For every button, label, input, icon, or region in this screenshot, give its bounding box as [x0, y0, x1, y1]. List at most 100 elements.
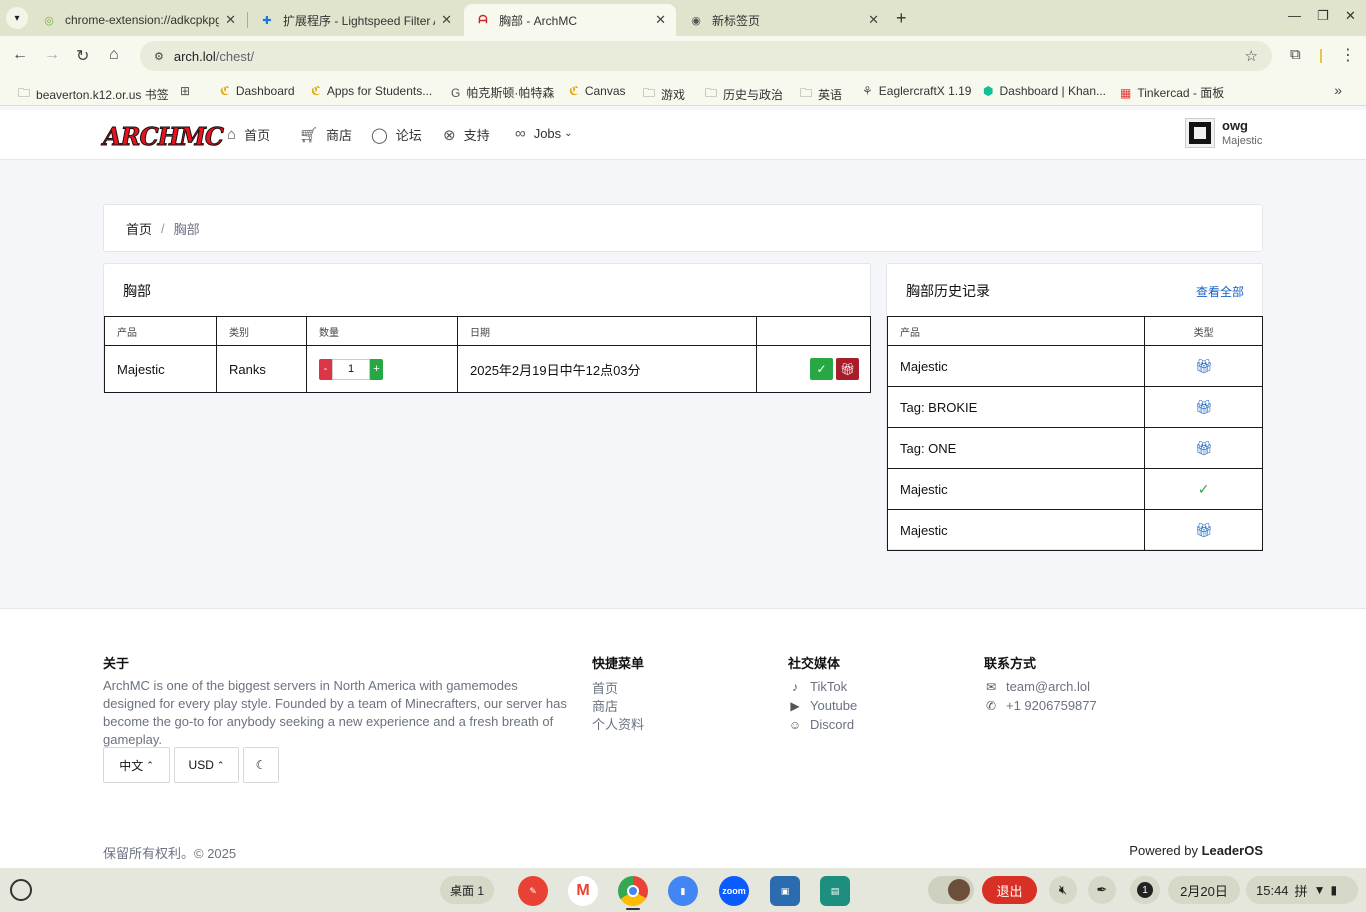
tab-extension[interactable]: ◎ chrome-extension://adkcpkpg ✕ — [30, 4, 246, 36]
palette-app-icon[interactable]: ✎ — [518, 876, 548, 906]
use-button[interactable]: ✓ — [810, 358, 833, 380]
status-area[interactable]: 15:44 拼 ▼ ▮ — [1246, 876, 1358, 904]
nav-support[interactable]: ⊗ 支持 — [443, 125, 490, 144]
bookmark-dashboard[interactable]: ℭ Dashboard — [220, 84, 295, 98]
chevron-double-right-icon[interactable]: » — [1334, 82, 1342, 98]
minimize-icon[interactable]: — — [1288, 8, 1301, 23]
currency-select[interactable]: USD ⌃ — [174, 747, 239, 783]
url-path: /chest/ — [215, 48, 255, 64]
bookmark-beaverton[interactable]: 🗀 beaverton.k12.or.us 书签 — [18, 84, 169, 105]
bookmark-games[interactable]: 🗀 游戏 — [643, 84, 685, 105]
view-all-link[interactable]: 查看全部 — [1196, 283, 1244, 300]
footer-link-discord[interactable]: ☺ Discord — [788, 717, 854, 732]
clock: 15:44 — [1256, 882, 1289, 898]
apps-grid-icon[interactable]: ⊞ — [180, 84, 196, 98]
khan-icon: ⬢ — [983, 84, 994, 98]
ime-indicator: 拼 — [1294, 883, 1308, 899]
history-product: Majestic — [886, 468, 1146, 510]
chrome-app-icon[interactable] — [618, 876, 648, 906]
footer-powered-by[interactable]: Powered by LeaderOS — [1129, 843, 1263, 858]
forward-icon[interactable]: → — [44, 46, 60, 64]
footer-link-store[interactable]: 商店 — [592, 696, 618, 715]
close-icon[interactable]: ✕ — [868, 12, 879, 28]
close-icon[interactable]: ✕ — [441, 12, 452, 28]
gmail-icon[interactable]: M — [568, 876, 598, 906]
footer-link-tiktok[interactable]: ♪ TikTok — [788, 679, 847, 694]
tab-lightspeed[interactable]: ✚ 扩展程序 - Lightspeed Filter A ✕ — [248, 4, 462, 36]
check-icon: ✓ — [816, 362, 827, 376]
gift-icon: 🎁︎ — [1144, 427, 1263, 469]
chest-card: 胸部 产品 类别 数量 日期 Majestic Ranks - 1 + 2025… — [103, 263, 871, 393]
footer-link-profile[interactable]: 个人资料 — [592, 714, 644, 733]
home-icon[interactable]: ⌂ — [109, 46, 119, 64]
exit-button[interactable]: 退出 — [982, 876, 1037, 904]
quantity-cell: - 1 + — [306, 345, 458, 393]
site-info-icon[interactable]: ⚙ — [154, 50, 164, 63]
table-row: Majestic ✓ — [886, 468, 1263, 510]
bookmark-star-icon[interactable]: ☆ — [1245, 47, 1258, 65]
docs-app-icon[interactable]: ▮ — [668, 876, 698, 906]
user-menu[interactable]: owg Majestic — [1185, 117, 1262, 148]
zoom-app-icon[interactable]: zoom — [719, 876, 749, 906]
footer-copyright: 保留所有权利。© 2025 — [103, 846, 237, 861]
back-icon[interactable]: ← — [12, 46, 28, 64]
footer-link-youtube[interactable]: ▶ Youtube — [788, 698, 857, 713]
close-icon[interactable]: ✕ — [655, 12, 666, 28]
quantity-stepper: - 1 + — [319, 358, 457, 380]
address-bar[interactable]: ⚙ arch.lol/chest/ ☆ — [140, 41, 1272, 71]
breadcrumb-home[interactable]: 首页 — [126, 219, 152, 238]
quantity-input[interactable]: 1 — [332, 358, 370, 380]
tab-archmc-chest[interactable]: ᗩ 胸部 - ArchMC ✕ — [464, 4, 676, 36]
date-display[interactable]: 2月20日 — [1168, 876, 1240, 904]
mute-icon[interactable]: 🔇︎ — [1049, 876, 1077, 904]
classroom-app-icon[interactable]: ▣ — [770, 876, 800, 906]
bookmark-apps-students[interactable]: ℭ Apps for Students... — [311, 84, 432, 98]
quantity-increase-button[interactable]: + — [370, 358, 383, 380]
bookmark-khan[interactable]: ⬢ Dashboard | Khan... — [983, 84, 1106, 98]
bookmark-tinkercad[interactable]: ▦ Tinkercad - 面板 — [1120, 84, 1224, 101]
cart-icon: 🛒︎ — [299, 126, 319, 144]
footer-phone[interactable]: ✆ +1 9206759877 — [984, 698, 1097, 713]
new-tab-icon[interactable]: + — [896, 8, 907, 29]
close-icon[interactable]: ✕ — [225, 12, 236, 28]
nav-jobs[interactable]: ∞ Jobs ⌄ — [515, 125, 573, 142]
site-header: ARCHMC ⌂ 首页 🛒︎ 商店 ◯ 论坛 ⊗ 支持 ∞ Jobs ⌄ owg Majes… — [0, 110, 1366, 160]
restore-icon[interactable]: ❐ — [1317, 8, 1329, 24]
nav-forum[interactable]: ◯ 论坛 — [371, 125, 422, 144]
reload-icon[interactable]: ↻ — [76, 46, 89, 66]
bookmark-paxton[interactable]: G 帕克斯顿·帕特森 — [451, 84, 554, 101]
archmc-logo[interactable]: ARCHMC — [102, 122, 224, 152]
bookmark-canvas[interactable]: ℭ Canvas — [569, 84, 626, 98]
stylus-icon[interactable]: ✒ — [1088, 876, 1116, 904]
chevron-up-icon: ⌃ — [216, 759, 225, 770]
moon-icon: ☾ — [255, 758, 267, 772]
table-row: Majestic 🎁︎ — [886, 509, 1263, 551]
extensions-icon[interactable]: ⧉ — [1290, 46, 1301, 63]
chat-bubble-icon: ◯ — [371, 126, 388, 144]
language-select[interactable]: 中文 ⌃ — [103, 747, 170, 783]
tab-new-tab[interactable]: ◉ 新标签页 ✕ — [677, 4, 889, 36]
quantity-decrease-button[interactable]: - — [319, 358, 332, 380]
close-window-icon[interactable]: ✕ — [1345, 8, 1356, 24]
bookmark-history[interactable]: 🗀 历史与政治 — [705, 84, 783, 105]
notification-badge[interactable]: 1 — [1130, 876, 1160, 904]
chest-product: Majestic — [104, 345, 217, 393]
tab-search-icon[interactable]: ▾ — [6, 7, 28, 29]
bookmark-english[interactable]: 🗀 英语 — [800, 84, 842, 105]
gift-button[interactable]: 🎁︎ — [836, 358, 859, 380]
nav-home[interactable]: ⌂ 首页 — [227, 125, 270, 144]
gift-icon: 🎁︎ — [1144, 386, 1263, 428]
reader-app-icon[interactable]: ▤ — [820, 876, 850, 906]
gift-icon: 🎁︎ — [1144, 345, 1263, 387]
menu-icon[interactable]: ⋮ — [1340, 45, 1356, 65]
mail-icon: ✉ — [985, 679, 997, 694]
footer-link-home[interactable]: 首页 — [592, 678, 618, 697]
dark-mode-toggle[interactable]: ☾ — [243, 747, 279, 783]
screen-capture-preview[interactable] — [928, 876, 974, 904]
desk-button[interactable]: 桌面 1 — [440, 876, 494, 904]
bookmark-eaglercraft[interactable]: ⚘ EaglercraftX 1.19 — [862, 84, 971, 98]
header-type: 类型 — [1144, 316, 1263, 346]
nav-store[interactable]: 🛒︎ 商店 — [299, 125, 352, 144]
footer-email[interactable]: ✉ team@arch.lol — [984, 679, 1090, 694]
launcher-icon[interactable] — [10, 879, 32, 901]
